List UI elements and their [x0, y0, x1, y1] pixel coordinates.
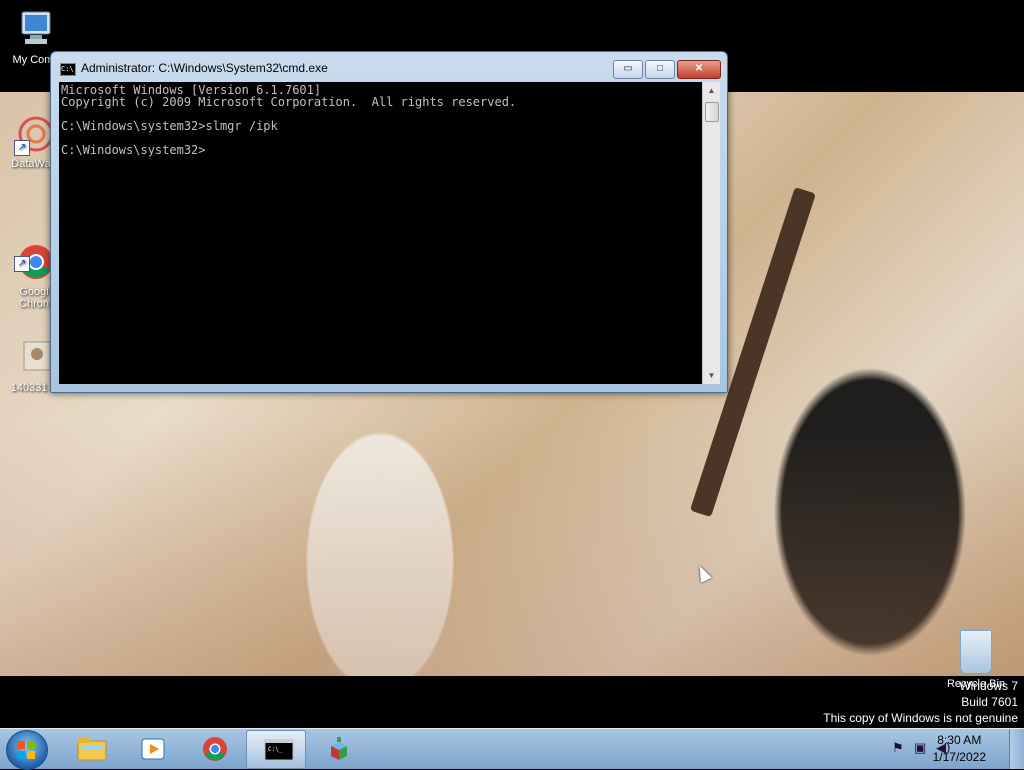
- taskbar-item-app-3d[interactable]: [308, 730, 366, 767]
- cmd-icon: C:\_: [264, 737, 294, 761]
- taskbar-item-command-prompt[interactable]: C:\_: [246, 730, 306, 769]
- cmd-titlebar[interactable]: C:\ Administrator: C:\Windows\System32\c…: [51, 52, 727, 82]
- scrollbar-thumb[interactable]: [705, 102, 719, 122]
- close-button[interactable]: ✕: [677, 60, 721, 79]
- windows-genuine-watermark: Windows 7 Build 7601 This copy of Window…: [823, 678, 1018, 726]
- vertical-scrollbar[interactable]: ▲ ▼: [702, 82, 720, 384]
- svg-text:C:\_: C:\_: [268, 746, 283, 753]
- taskbar-item-google-chrome[interactable]: [184, 730, 242, 767]
- network-icon[interactable]: ▣: [914, 740, 930, 756]
- clock[interactable]: 8:30 AM 1/17/2022: [933, 732, 986, 766]
- action-center-flag-icon[interactable]: ⚑: [892, 740, 908, 756]
- show-desktop-button[interactable]: [1009, 729, 1024, 769]
- start-button[interactable]: [6, 730, 48, 770]
- shortcut-arrow-icon: ↗: [14, 256, 30, 272]
- system-tray: ⚑ ▣ ◀) 8:30 AM 1/17/2022: [854, 729, 1024, 769]
- minimize-button[interactable]: ▭: [613, 60, 643, 79]
- recycle-bin-icon: [960, 630, 992, 674]
- scroll-down-arrow-icon[interactable]: ▼: [703, 367, 720, 384]
- watermark-genuine-notice: This copy of Windows is not genuine: [823, 711, 1018, 725]
- computer-icon: [14, 8, 58, 52]
- window-title: Administrator: C:\Windows\System32\cmd.e…: [81, 61, 328, 75]
- shortcut-arrow-icon: ↗: [14, 140, 30, 156]
- chrome-icon: [201, 736, 227, 761]
- taskbar: C:\_ ⚑ ▣ ◀) 8:30 AM 1/17/2022: [0, 728, 1024, 770]
- maximize-button[interactable]: □: [645, 60, 675, 79]
- scroll-up-arrow-icon[interactable]: ▲: [703, 82, 720, 99]
- console-output-area[interactable]: Microsoft Windows [Version 6.1.7601] Cop…: [59, 82, 702, 384]
- windows-start-icon: [17, 741, 35, 759]
- taskbar-item-media-player[interactable]: [122, 730, 180, 767]
- clock-date: 1/17/2022: [932, 750, 986, 764]
- console-text: Microsoft Windows [Version 6.1.7601] Cop…: [61, 83, 517, 157]
- cube-app-icon: [325, 736, 351, 760]
- wallpaper-shade: [0, 422, 1024, 676]
- folder-icon: [77, 736, 107, 761]
- clock-time: 8:30 AM: [937, 733, 982, 747]
- watermark-build: Build 7601: [961, 695, 1018, 709]
- cmd-window[interactable]: C:\ Administrator: C:\Windows\System32\c…: [50, 51, 728, 393]
- cmd-icon: C:\: [60, 63, 76, 76]
- window-controls: ▭ □ ✕: [611, 60, 721, 79]
- watermark-os: Windows 7: [959, 679, 1018, 693]
- media-player-icon: [139, 736, 165, 760]
- taskbar-item-file-explorer[interactable]: [60, 730, 118, 767]
